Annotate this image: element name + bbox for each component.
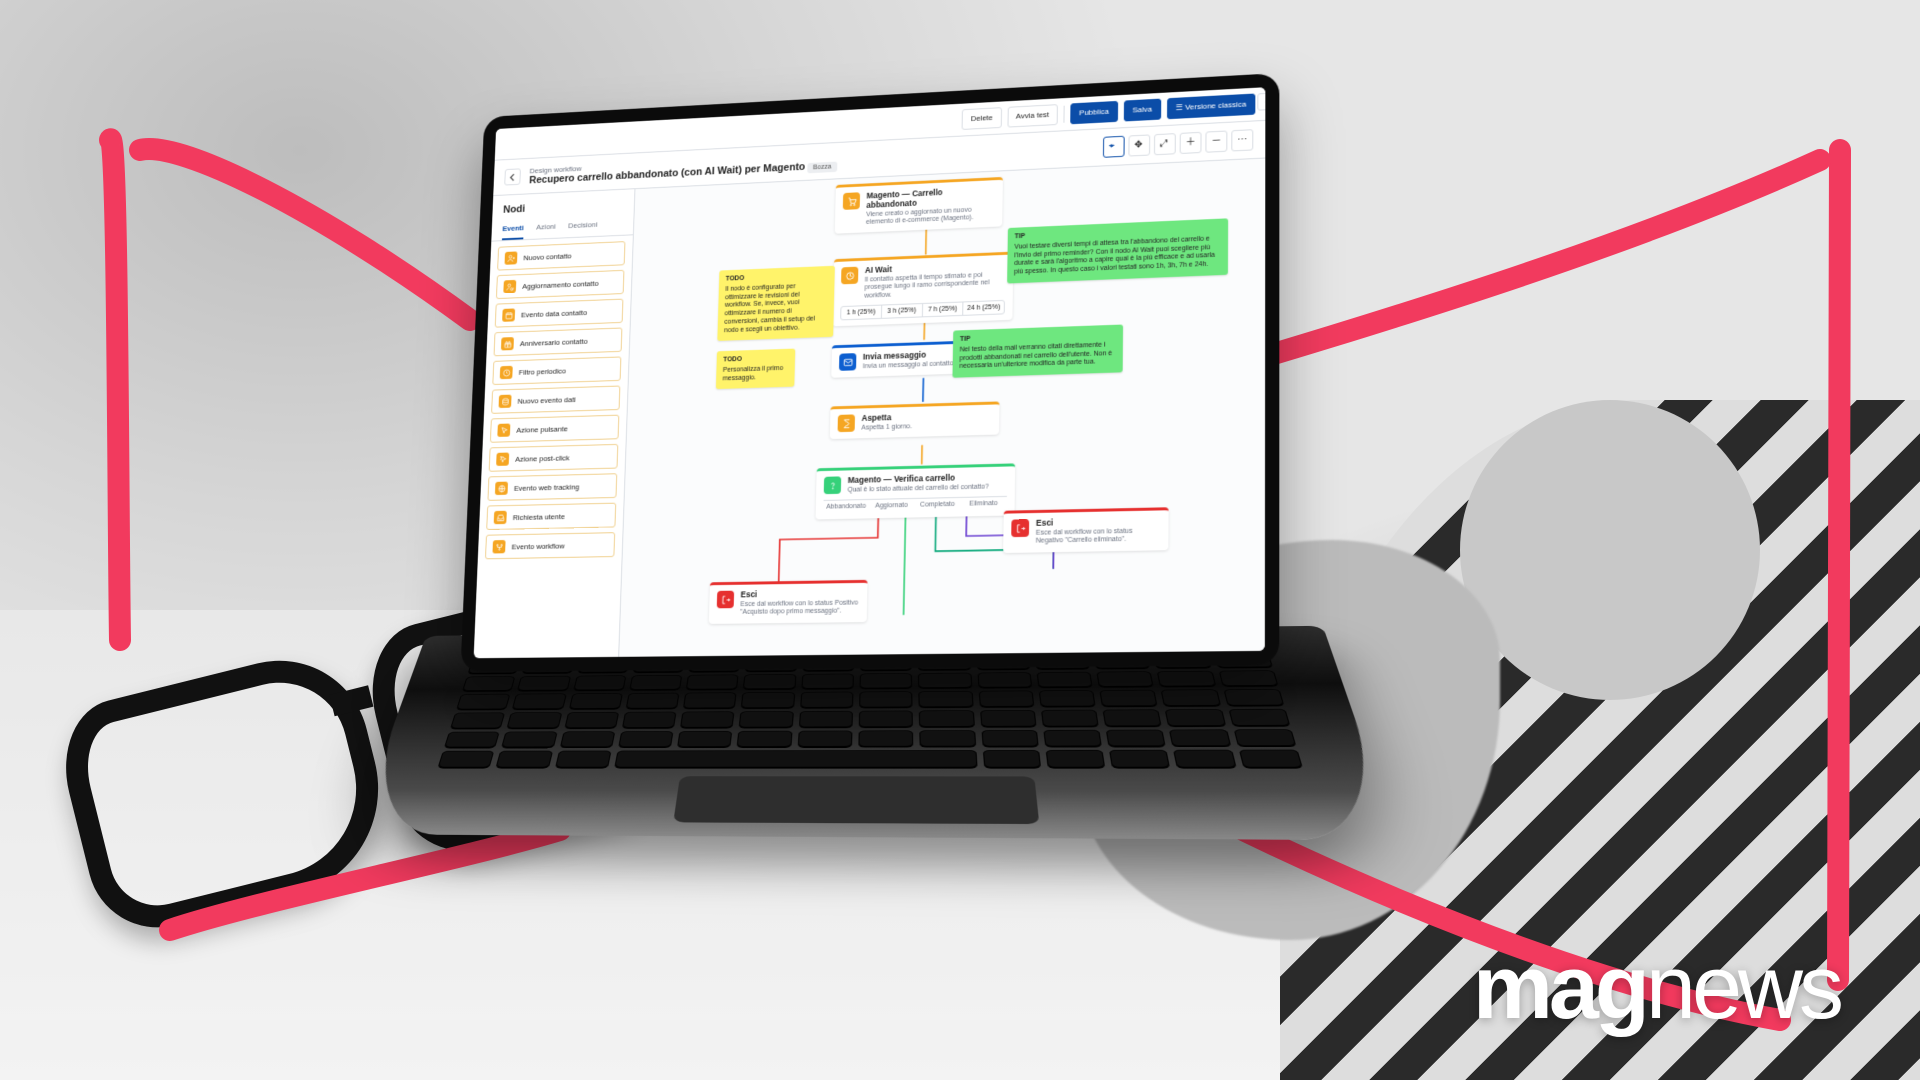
exit-icon (717, 591, 734, 609)
question-icon (824, 476, 842, 494)
app-screen: Delete Avvia test Pubblica Salva ☰ Versi… (474, 87, 1266, 658)
branch-completed[interactable]: Completato (914, 498, 960, 512)
zoom-in-button[interactable]: ＋ (1180, 132, 1202, 154)
magnews-logo: magnews (1473, 937, 1840, 1040)
ai-icon (841, 267, 858, 285)
palette-item-label: Richiesta utente (513, 512, 565, 522)
mail-icon (839, 353, 856, 371)
fit-screen-button[interactable]: ⤢ (1154, 133, 1176, 155)
status-chip: Bozza (807, 161, 837, 173)
flow-icon (492, 540, 505, 553)
classic-version-button[interactable]: ☰ Versione classica (1167, 94, 1256, 120)
inbox-icon (494, 511, 507, 524)
node-exit-positive[interactable]: EsciEsce dal workflow con lo status Posi… (709, 580, 868, 624)
calendar-icon (502, 308, 515, 321)
node-palette-sidebar: ‹ Nodi Eventi Azioni Decisioni Nuovo con… (474, 189, 636, 658)
palette-item-1[interactable]: Aggiornamento contatto (496, 270, 624, 299)
tab-eventi[interactable]: Eventi (502, 218, 524, 240)
tab-azioni[interactable]: Azioni (536, 217, 556, 239)
node-magento-trigger[interactable]: Magento — Carrello abbandonatoViene crea… (835, 177, 1003, 234)
canvas-toolbar: ⌖ ✥ ⤢ ＋ － ⋯ (1103, 129, 1253, 158)
palette-item-label: Evento data contatto (521, 308, 587, 319)
zoom-out-button[interactable]: － (1205, 130, 1227, 152)
clock-icon (500, 366, 513, 379)
globe-icon (495, 482, 508, 495)
palette-item-label: Azione pulsante (516, 424, 568, 434)
palette-item-7[interactable]: Azione post-click (489, 444, 619, 472)
hourglass-icon (838, 414, 856, 432)
palette-item-4[interactable]: Filtro periodico (492, 356, 621, 385)
branch-deleted[interactable]: Eliminato (960, 497, 1007, 511)
sticky-tip-2[interactable]: TIPNel testo della mail verranno citati … (952, 325, 1123, 378)
cart-icon (843, 192, 860, 210)
node-exit-negative[interactable]: EsciEsce dal workflow con lo status Nega… (1003, 507, 1168, 552)
wait-opt-2[interactable]: 3 h (25%) (882, 304, 923, 318)
back-button[interactable] (504, 168, 521, 185)
palette-item-label: Azione post-click (515, 453, 570, 463)
laptop: Delete Avvia test Pubblica Salva ☰ Versi… (447, 62, 1495, 1004)
workflow-canvas[interactable]: Magento — Carrello abbandonatoViene crea… (619, 158, 1265, 656)
node-wait[interactable]: AspettaAspetta 1 giorno. (830, 401, 1000, 439)
gift-icon (501, 337, 514, 350)
more-tools-button[interactable]: ⋯ (1231, 129, 1253, 151)
database-icon (499, 395, 512, 408)
palette-item-6[interactable]: Azione pulsante (490, 415, 619, 443)
palette-item-label: Aggiornamento contatto (522, 279, 599, 290)
palette-item-5[interactable]: Nuovo evento dati (491, 386, 620, 414)
pointer-icon (497, 424, 510, 437)
save-button[interactable]: Salva (1124, 99, 1161, 122)
node-ai-wait[interactable]: AI WaitIl contatto aspetta il tempo stim… (832, 252, 1013, 327)
palette-item-label: Filtro periodico (519, 366, 567, 376)
palette-item-0[interactable]: Nuovo contatto (497, 241, 625, 270)
wait-opt-4[interactable]: 24 h (25%) (963, 301, 1004, 315)
publish-button[interactable]: Pubblica (1070, 101, 1118, 124)
palette-item-label: Nuovo contatto (523, 251, 571, 261)
branch-abandoned[interactable]: Abbandonato (823, 500, 869, 514)
run-test-button[interactable]: Avvia test (1007, 104, 1058, 127)
exit-icon (1011, 519, 1029, 537)
palette-item-3[interactable]: Anniversario contatto (494, 328, 623, 357)
cursor-click-icon (496, 453, 509, 466)
pan-tool-button[interactable]: ✥ (1128, 134, 1150, 156)
palette-item-label: Nuovo evento dati (517, 395, 576, 405)
sticky-tip-1[interactable]: TIPVuoi testare diversi tempi di attesa … (1007, 218, 1228, 283)
sticky-todo-1[interactable]: TODOIl nodo è configurato per ottimizzar… (717, 266, 835, 341)
node-verify-cart[interactable]: Magento — Verifica carrelloQual è lo sta… (815, 463, 1015, 519)
pointer-tool-button[interactable]: ⌖ (1103, 136, 1125, 158)
palette-item-8[interactable]: Evento web tracking (487, 473, 617, 501)
palette-item-label: Anniversario contatto (520, 337, 588, 348)
palette-item-10[interactable]: Evento workflow (485, 532, 615, 559)
tab-decisioni[interactable]: Decisioni (568, 215, 598, 237)
delete-button[interactable]: Delete (962, 107, 1002, 130)
wait-opt-3[interactable]: 7 h (25%) (922, 302, 963, 316)
palette-item-label: Evento workflow (512, 541, 565, 551)
collapse-sidebar-button[interactable]: ‹ (1257, 92, 1265, 110)
sticky-todo-2[interactable]: TODOPersonalizza il primo messaggio. (716, 349, 795, 390)
sidebar-heading: Nodi (503, 199, 623, 216)
palette-item-9[interactable]: Richiesta utente (486, 503, 616, 530)
wait-opt-1[interactable]: 1 h (25%) (841, 305, 882, 319)
palette-item-2[interactable]: Evento data contatto (495, 299, 624, 328)
user-refresh-icon (503, 280, 516, 293)
branch-updated[interactable]: Aggiornato (869, 499, 915, 513)
palette-item-label: Evento web tracking (514, 482, 580, 492)
user-plus-icon (504, 251, 517, 264)
